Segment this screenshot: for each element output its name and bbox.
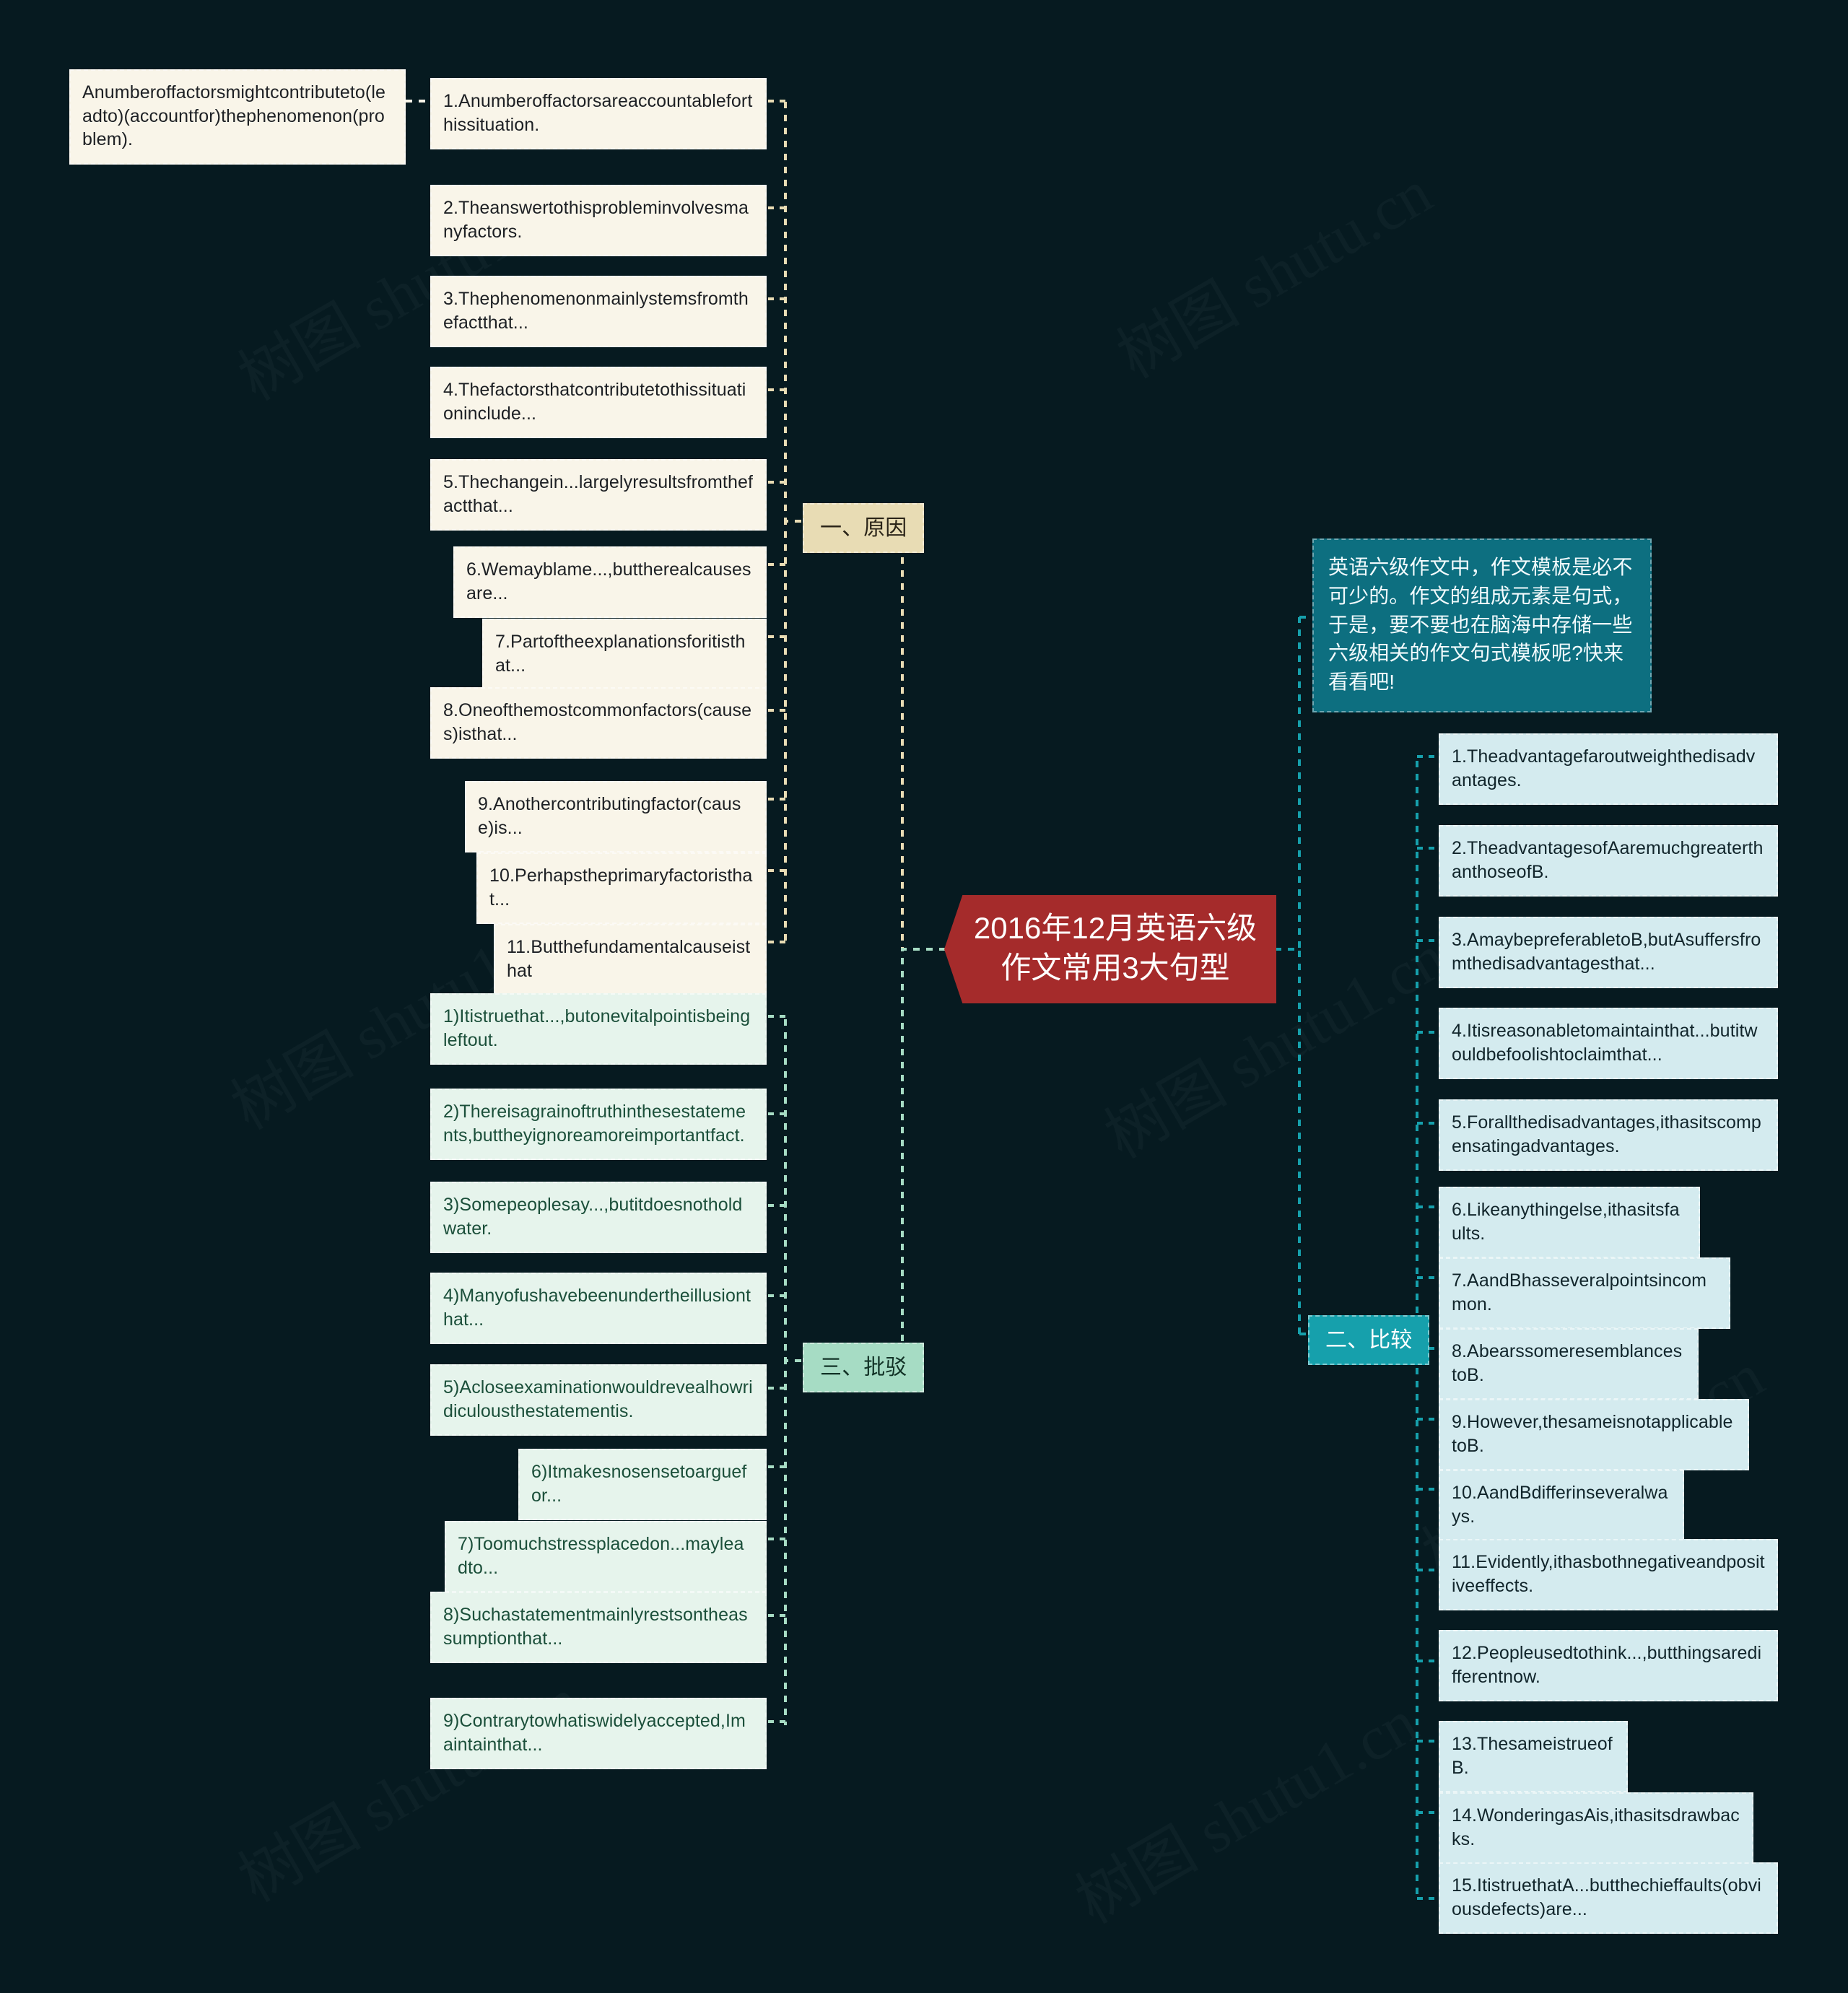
list-item[interactable]: 7.AandBhasseveralpointsincommon. [1439, 1257, 1730, 1329]
branch-label-compare[interactable]: 二、比较 [1308, 1315, 1430, 1365]
list-item[interactable]: 11.Butthefundamentalcauseisthat [494, 924, 767, 995]
cause-item-4: 4.Thefactorsthatcontributetothissituatio… [443, 380, 746, 424]
cause-item-2: 2.Theanswertothisprobleminvolvesmanyfact… [443, 198, 749, 242]
cause-item-10: 10.Perhapstheprimaryfactoristhat... [489, 865, 753, 910]
compare-item-4: 4.Itisreasonabletomaintainthat...butitwo… [1452, 1021, 1758, 1065]
compare-item-8: 8.AbearssomeresemblancestoB. [1452, 1341, 1683, 1385]
refute-item-8: 8)Suchastatementmainlyrestsontheassumpti… [443, 1605, 748, 1649]
branch-label-compare-text: 二、比较 [1325, 1328, 1413, 1352]
branch-label-cause-text: 一、原因 [820, 516, 907, 540]
list-item[interactable]: 10.AandBdifferinseveralways. [1439, 1470, 1684, 1541]
refute-item-5: 5)Acloseexaminationwouldrevealhowridicul… [443, 1377, 753, 1421]
list-item[interactable]: 4)Manyofushavebeenundertheillusionthat..… [430, 1273, 767, 1344]
cause-item-11: 11.Butthefundamentalcauseisthat [507, 937, 751, 981]
central-topic[interactable]: 2016年12月英语六级作文常用3大句型 [944, 895, 1276, 1003]
compare-item-15: 15.ItistruethatA...butthechieffaults(obv… [1452, 1875, 1761, 1919]
list-item[interactable]: 7)Toomuchstressplacedon...mayleadto... [445, 1521, 767, 1592]
list-item[interactable]: 8.Oneofthemostcommonfactors(causes)istha… [430, 687, 767, 759]
compare-item-9: 9.However,thesameisnotapplicabletoB. [1452, 1412, 1733, 1456]
cause-item-3: 3.Thephenomenonmainlystemsfromthefacttha… [443, 289, 749, 333]
list-item[interactable]: 1)Itistruethat...,butonevitalpointisbein… [430, 993, 767, 1065]
list-item[interactable]: 5.Thechangein...largelyresultsfromthefac… [430, 459, 767, 531]
compare-item-2: 2.TheadvantagesofAaremuchgreaterthanthos… [1452, 838, 1764, 882]
refute-item-7: 7)Toomuchstressplacedon...mayleadto... [458, 1534, 744, 1578]
compare-item-10: 10.AandBdifferinseveralways. [1452, 1483, 1668, 1527]
list-item[interactable]: 5.Forallthedisadvantages,ithasitscompens… [1439, 1099, 1778, 1171]
list-item[interactable]: 6.Wemayblame...,buttherealcausesare... [453, 546, 767, 618]
compare-item-13: 13.ThesameistrueofB. [1452, 1734, 1613, 1778]
list-item[interactable]: 3.AmaybepreferabletoB,butAsuffersfromthe… [1439, 917, 1778, 988]
compare-item-1: 1.Theadvantagefaroutweighthedisadvantage… [1452, 746, 1756, 790]
list-item[interactable]: 2.TheadvantagesofAaremuchgreaterthanthos… [1439, 825, 1778, 897]
refute-item-4: 4)Manyofushavebeenundertheillusionthat..… [443, 1286, 751, 1330]
branch-label-refute[interactable]: 三、批驳 [803, 1343, 925, 1392]
list-item[interactable]: 2.Theanswertothisprobleminvolvesmanyfact… [430, 185, 767, 256]
cause-item-8: 8.Oneofthemostcommonfactors(causes)istha… [443, 700, 752, 744]
refute-item-9: 9)Contrarytowhatiswidelyaccepted,Imainta… [443, 1711, 746, 1755]
list-item[interactable]: 7.Partoftheexplanationsforitisthat... [482, 619, 767, 690]
list-item[interactable]: 1.Anumberoffactorsareaccountableforthiss… [430, 78, 767, 149]
root-note-text: Anumberoffactorsmightcontributeto(leadto… [82, 82, 386, 149]
list-item[interactable]: 6)Itmakesnosensetoarguefor... [518, 1449, 767, 1520]
description-box[interactable]: 英语六级作文中，作文模板是必不可少的。作文的组成元素是句式，于是，要不要也在脑海… [1312, 538, 1652, 712]
compare-item-3: 3.AmaybepreferabletoB,butAsuffersfromthe… [1452, 930, 1761, 974]
mindmap-canvas: Anumberoffactorsmightcontributeto(leadto… [0, 0, 1848, 1993]
list-item[interactable]: 4.Itisreasonabletomaintainthat...butitwo… [1439, 1008, 1778, 1079]
list-item[interactable]: 15.ItistruethatA...butthechieffaults(obv… [1439, 1862, 1778, 1934]
cause-item-9: 9.Anothercontributingfactor(cause)is... [478, 794, 741, 838]
root-note[interactable]: Anumberoffactorsmightcontributeto(leadto… [69, 69, 406, 165]
list-item[interactable]: 6.Likeanythingelse,ithasitsfaults. [1439, 1187, 1700, 1258]
refute-item-2: 2)Thereisagrainoftruthinthesestatements,… [443, 1102, 746, 1146]
list-item[interactable]: 3.Thephenomenonmainlystemsfromthefacttha… [430, 276, 767, 347]
cause-item-6: 6.Wemayblame...,buttherealcausesare... [466, 559, 751, 603]
list-item[interactable]: 1.Theadvantagefaroutweighthedisadvantage… [1439, 733, 1778, 805]
refute-item-3: 3)Somepeoplesay...,butitdoesnotholdwater… [443, 1195, 743, 1239]
list-item[interactable]: 8.AbearssomeresemblancestoB. [1439, 1328, 1699, 1400]
list-item[interactable]: 10.Perhapstheprimaryfactoristhat... [476, 852, 767, 924]
branch-label-refute-text: 三、批驳 [820, 1356, 907, 1379]
compare-item-5: 5.Forallthedisadvantages,ithasitscompens… [1452, 1112, 1761, 1156]
compare-item-12: 12.Peopleusedtothink...,butthingsarediff… [1452, 1643, 1762, 1687]
list-item[interactable]: 8)Suchastatementmainlyrestsontheassumpti… [430, 1592, 767, 1663]
compare-item-7: 7.AandBhasseveralpointsincommon. [1452, 1270, 1707, 1314]
list-item[interactable]: 4.Thefactorsthatcontributetothissituatio… [430, 367, 767, 438]
list-item[interactable]: 9.Anothercontributingfactor(cause)is... [465, 781, 767, 852]
list-item[interactable]: 3)Somepeoplesay...,butitdoesnotholdwater… [430, 1182, 767, 1253]
list-item[interactable]: 9.However,thesameisnotapplicabletoB. [1439, 1399, 1749, 1470]
compare-item-14: 14.WonderingasAis,ithasitsdrawbacks. [1452, 1805, 1740, 1849]
list-item[interactable]: 14.WonderingasAis,ithasitsdrawbacks. [1439, 1792, 1753, 1864]
list-item[interactable]: 13.ThesameistrueofB. [1439, 1721, 1628, 1792]
list-item[interactable]: 12.Peopleusedtothink...,butthingsarediff… [1439, 1630, 1778, 1701]
cause-item-7: 7.Partoftheexplanationsforitisthat... [495, 632, 746, 676]
refute-item-6: 6)Itmakesnosensetoarguefor... [531, 1462, 747, 1506]
list-item[interactable]: 9)Contrarytowhatiswidelyaccepted,Imainta… [430, 1698, 767, 1769]
central-topic-text: 2016年12月英语六级作文常用3大句型 [973, 911, 1258, 985]
compare-item-6: 6.Likeanythingelse,ithasitsfaults. [1452, 1200, 1680, 1244]
branch-label-cause[interactable]: 一、原因 [803, 503, 925, 553]
cause-item-1: 1.Anumberoffactorsareaccountableforthiss… [443, 91, 753, 135]
description-text: 英语六级作文中，作文模板是必不可少的。作文的组成元素是句式，于是，要不要也在脑海… [1328, 556, 1633, 693]
list-item[interactable]: 2)Thereisagrainoftruthinthesestatements,… [430, 1089, 767, 1160]
compare-item-11: 11.Evidently,ithasbothnegativeandpositiv… [1452, 1552, 1765, 1596]
refute-item-1: 1)Itistruethat...,butonevitalpointisbein… [443, 1006, 751, 1050]
list-item[interactable]: 11.Evidently,ithasbothnegativeandpositiv… [1439, 1539, 1778, 1610]
cause-item-5: 5.Thechangein...largelyresultsfromthefac… [443, 472, 754, 516]
list-item[interactable]: 5)Acloseexaminationwouldrevealhowridicul… [430, 1364, 767, 1436]
